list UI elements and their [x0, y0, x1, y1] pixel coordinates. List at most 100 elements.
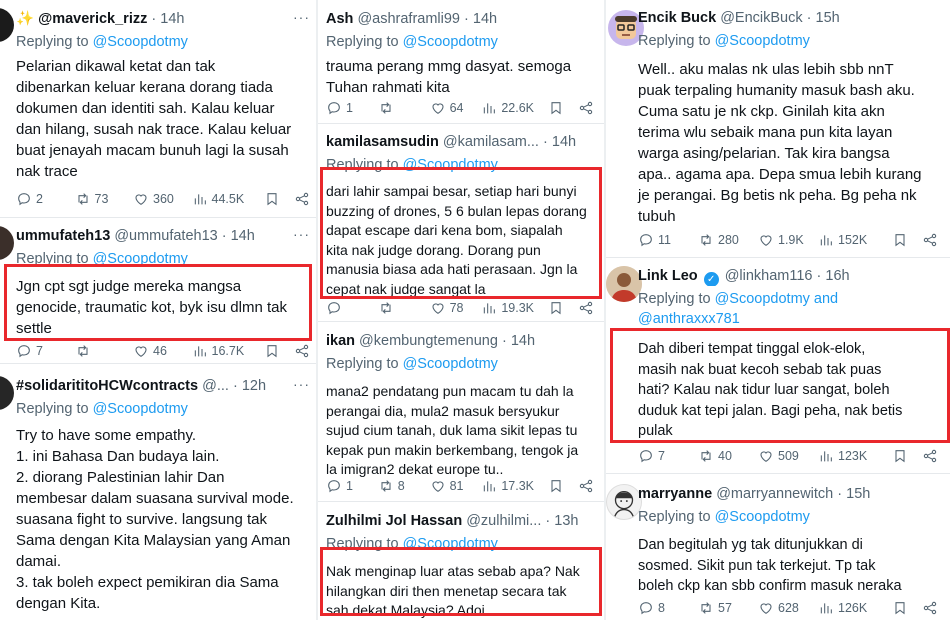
author-handle[interactable]: @... [202, 378, 229, 394]
tweet-time[interactable]: 14h [511, 333, 535, 349]
share-button[interactable] [294, 343, 310, 359]
reply-button[interactable] [326, 300, 378, 316]
bookmark-button[interactable] [548, 100, 564, 116]
more-options-icon[interactable]: ··· [293, 226, 310, 242]
author-handle[interactable]: @kamilasam... [443, 134, 539, 150]
like-button[interactable]: 1.9K [758, 232, 818, 248]
reply-to-link[interactable]: @Scoopdotmy and [715, 291, 839, 307]
reply-button[interactable]: 8 [638, 600, 698, 616]
repost-button[interactable]: 8 [378, 478, 430, 494]
reply-to-link[interactable]: @Scoopdotmy [403, 34, 498, 50]
like-button[interactable]: 64 [430, 100, 482, 116]
share-button[interactable] [578, 300, 594, 316]
like-button[interactable]: 46 [133, 343, 192, 359]
repost-button[interactable]: 57 [698, 600, 758, 616]
views-button[interactable]: 126K [818, 600, 878, 616]
reply-button[interactable]: 2 [16, 191, 75, 207]
avatar[interactable] [0, 8, 14, 42]
avatar[interactable] [0, 376, 14, 410]
like-button[interactable]: 360 [133, 191, 192, 207]
author-name[interactable]: Zulhilmi Jol Hassan [326, 513, 462, 529]
author-handle[interactable]: @marryannewitch [716, 486, 833, 502]
author-handle[interactable]: @linkham116 [725, 268, 813, 284]
author-name[interactable]: ummufateh13 [16, 228, 110, 244]
reply-button[interactable]: 7 [638, 448, 698, 464]
share-button[interactable] [294, 191, 310, 207]
tweet-ash[interactable]: Ash @ashraframli99 · 14h Replying to @Sc… [318, 0, 604, 124]
bookmark-button[interactable] [892, 448, 908, 464]
avatar[interactable] [0, 226, 14, 260]
reply-to-link[interactable]: @Scoopdotmy [403, 356, 498, 372]
repost-button[interactable]: 280 [698, 232, 758, 248]
tweet-encik-buck[interactable]: Encik Buck @EncikBuck · 15h Replying to … [606, 0, 950, 258]
views-button[interactable]: 22.6K [481, 100, 534, 116]
share-button[interactable] [578, 100, 594, 116]
tweet-time[interactable]: 14h [473, 11, 497, 27]
bookmark-button[interactable] [892, 600, 908, 616]
author-handle[interactable]: @kembungtemenung [359, 333, 498, 349]
reply-to-link[interactable]: @Scoopdotmy [93, 251, 188, 267]
author-name[interactable]: Ash [326, 11, 353, 27]
bookmark-button[interactable] [548, 300, 564, 316]
tweet-time[interactable]: 14h [160, 11, 184, 27]
author-handle[interactable]: @ashraframli99 [357, 11, 460, 27]
tweet-time[interactable]: 12h [242, 378, 266, 394]
tweet-link-leo[interactable]: Link Leo ✓ @linkham116 · 16h Replying to… [606, 258, 950, 474]
share-button[interactable] [578, 478, 594, 494]
reply-to-link[interactable]: @anthraxxx781 [638, 311, 740, 327]
views-button[interactable]: 17.3K [481, 478, 534, 494]
views-button[interactable]: 152K [818, 232, 878, 248]
author-name[interactable]: Link Leo [638, 268, 698, 284]
reply-to-link[interactable]: @Scoopdotmy [715, 33, 810, 49]
tweet-kamila[interactable]: kamilasamsudin @kamilasam... · 14h Reply… [318, 124, 604, 322]
reply-to-link[interactable]: @Scoopdotmy [403, 536, 498, 552]
reply-button[interactable]: 1 [326, 100, 378, 116]
share-button[interactable] [922, 600, 938, 616]
tweet-time[interactable]: 13h [554, 513, 578, 529]
reply-to-link[interactable]: @Scoopdotmy [715, 509, 810, 525]
like-button[interactable]: 509 [758, 448, 818, 464]
avatar[interactable] [606, 266, 642, 302]
reply-to-link[interactable]: @Scoopdotmy [93, 34, 188, 50]
like-button[interactable]: 628 [758, 600, 818, 616]
reply-to-link[interactable]: @Scoopdotmy [403, 157, 498, 173]
tweet-time[interactable]: 14h [552, 134, 576, 150]
share-button[interactable] [922, 448, 938, 464]
repost-button[interactable] [378, 300, 430, 316]
views-button[interactable]: 19.3K [481, 300, 534, 316]
author-name[interactable]: kamilasamsudin [326, 134, 439, 150]
author-name[interactable]: ✨ @maverick_rizz [16, 11, 147, 27]
views-button[interactable]: 123K [818, 448, 878, 464]
like-button[interactable]: 78 [430, 300, 482, 316]
author-handle[interactable]: @ummufateh13 [114, 228, 217, 244]
author-name[interactable]: Encik Buck [638, 10, 716, 26]
like-button[interactable]: 81 [430, 478, 482, 494]
reply-button[interactable]: 1 [326, 478, 378, 494]
tweet-time[interactable]: 15h [816, 10, 840, 26]
author-name[interactable]: ikan [326, 333, 355, 349]
reply-to-link[interactable]: @Scoopdotmy [93, 401, 188, 417]
tweet-zulhilmi[interactable]: Zulhilmi Jol Hassan @zulhilmi... · 13h R… [318, 502, 604, 620]
views-button[interactable]: 16.7K [192, 343, 251, 359]
more-options-icon[interactable]: ··· [293, 376, 310, 392]
repost-button[interactable] [378, 100, 430, 116]
author-name[interactable]: marryanne [638, 486, 712, 502]
tweet-time[interactable]: 15h [846, 486, 870, 502]
avatar[interactable] [606, 484, 642, 520]
tweet-solidariti[interactable]: #solidarititoHCWcontracts @... · 12h ···… [0, 364, 316, 620]
tweet-maverick[interactable]: ✨ @maverick_rizz · 14h ··· Replying to @… [0, 0, 316, 218]
tweet-marryanne[interactable]: marryanne @marryannewitch · 15h Replying… [606, 474, 950, 620]
repost-button[interactable]: 40 [698, 448, 758, 464]
bookmark-button[interactable] [892, 232, 908, 248]
bookmark-button[interactable] [264, 191, 280, 207]
tweet-ikan[interactable]: ikan @kembungtemenung · 14h Replying to … [318, 322, 604, 502]
author-handle[interactable]: @EncikBuck [720, 10, 802, 26]
author-handle[interactable]: @zulhilmi... [466, 513, 541, 529]
views-button[interactable]: 44.5K [192, 191, 251, 207]
tweet-time[interactable]: 14h [231, 228, 255, 244]
bookmark-button[interactable] [548, 478, 564, 494]
share-button[interactable] [922, 232, 938, 248]
tweet-ummufateh[interactable]: ummufateh13 @ummufateh13 · 14h ··· Reply… [0, 218, 316, 364]
tweet-time[interactable]: 16h [825, 268, 849, 284]
reply-button[interactable]: 7 [16, 343, 75, 359]
